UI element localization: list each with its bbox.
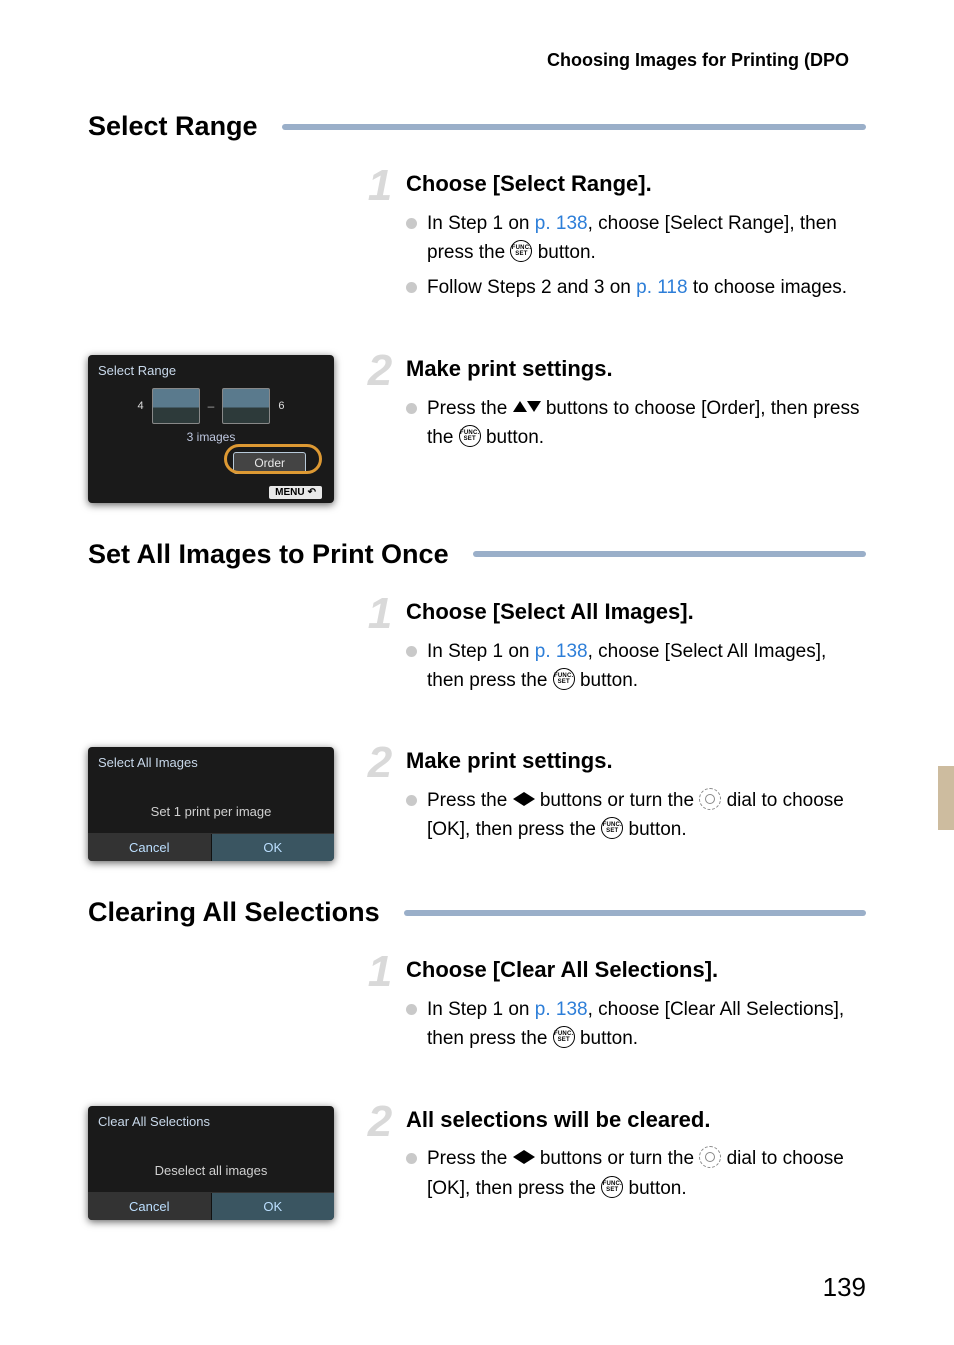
left-right-arrows-icon — [513, 792, 535, 806]
screen-title: Select All Images — [98, 755, 324, 770]
sec2-title: Set All Images to Print Once — [88, 539, 449, 570]
sec3-step1-heading: Choose [Clear All Selections]. — [406, 956, 866, 985]
page-ref-link[interactable]: p. 138 — [535, 641, 588, 662]
divider — [473, 551, 866, 557]
sec2-step1-heading: Choose [Select All Images]. — [406, 598, 866, 627]
func-set-icon: FUNC.SET — [553, 668, 575, 690]
camera-screen-clear-all: Clear All Selections Deselect all images… — [88, 1106, 334, 1220]
screen-title: Clear All Selections — [98, 1114, 324, 1129]
cancel-button[interactable]: Cancel — [88, 1193, 211, 1220]
sec1-step1-heading: Choose [Select Range]. — [406, 170, 866, 199]
bullet-icon — [406, 1004, 417, 1015]
step-number-2: 2 — [362, 741, 398, 844]
dialog-message: Deselect all images — [88, 1145, 334, 1192]
thumb-start — [152, 388, 200, 424]
screen-title: Select Range — [98, 363, 324, 378]
range-start-num: 4 — [138, 400, 144, 412]
dial-icon — [699, 1146, 721, 1168]
dialog-message: Set 1 print per image — [88, 786, 334, 833]
bullet-icon — [406, 795, 417, 806]
step-number-1: 1 — [362, 164, 398, 303]
sec3-step1-bullet: In Step 1 on p. 138, choose [Clear All S… — [427, 995, 866, 1054]
sec1-title: Select Range — [88, 111, 258, 142]
camera-screen-select-all: Select All Images Set 1 print per image … — [88, 747, 334, 861]
ok-button[interactable]: OK — [211, 1193, 335, 1220]
func-set-icon: FUNC.SET — [601, 817, 623, 839]
page-ref-link[interactable]: p. 118 — [636, 277, 687, 298]
dash-icon: – — [208, 399, 215, 413]
menu-back-tag[interactable]: MENU↶ — [269, 486, 322, 499]
dial-icon — [699, 788, 721, 810]
func-set-icon: FUNC.SET — [459, 425, 481, 447]
image-count: 3 images — [98, 430, 324, 444]
func-set-icon: FUNC.SET — [553, 1026, 575, 1048]
page-ref-link[interactable]: p. 138 — [535, 213, 588, 234]
bullet-icon — [406, 282, 417, 293]
sec2-step2-bullet: Press the buttons or turn the dial to ch… — [427, 786, 866, 845]
page-number: 139 — [823, 1272, 866, 1303]
sec1-step1-bullet1: In Step 1 on p. 138, choose [Select Rang… — [427, 209, 866, 268]
left-right-arrows-icon — [513, 1150, 535, 1164]
sec1-step1-bullet2: Follow Steps 2 and 3 on p. 118 to choose… — [427, 273, 866, 302]
step-number-2: 2 — [362, 349, 398, 452]
page-tab-marker — [850, 40, 870, 104]
step-number-1: 1 — [362, 950, 398, 1053]
sec2-step1-bullet: In Step 1 on p. 138, choose [Select All … — [427, 637, 866, 696]
step-number-2: 2 — [362, 1100, 398, 1203]
order-button[interactable]: Order — [233, 452, 306, 474]
sec1-step2-bullet: Press the buttons to choose [Order], the… — [427, 394, 866, 453]
sec3-step2-bullet: Press the buttons or turn the dial to ch… — [427, 1144, 866, 1203]
sec1-step2-heading: Make print settings. — [406, 355, 866, 384]
back-arrow-icon: ↶ — [308, 487, 316, 498]
divider — [282, 124, 866, 130]
step-number-1: 1 — [362, 592, 398, 695]
chapter-side-tab — [938, 766, 954, 830]
divider — [404, 910, 866, 916]
up-down-arrows-icon — [513, 401, 541, 412]
func-set-icon: FUNC.SET — [601, 1176, 623, 1198]
running-header: Choosing Images for Printing (DPOF) — [88, 50, 866, 71]
page-ref-link[interactable]: p. 138 — [535, 999, 588, 1020]
sec3-title: Clearing All Selections — [88, 897, 380, 928]
bullet-icon — [406, 1153, 417, 1164]
func-set-icon: FUNC.SET — [510, 240, 532, 262]
range-end-num: 6 — [278, 400, 284, 412]
sec3-step2-heading: All selections will be cleared. — [406, 1106, 866, 1135]
camera-screen-select-range: Select Range 4 – 6 3 images Order — [88, 355, 334, 503]
bullet-icon — [406, 218, 417, 229]
bullet-icon — [406, 403, 417, 414]
sec2-step2-heading: Make print settings. — [406, 747, 866, 776]
bullet-icon — [406, 646, 417, 657]
ok-button[interactable]: OK — [211, 834, 335, 861]
cancel-button[interactable]: Cancel — [88, 834, 211, 861]
thumb-end — [222, 388, 270, 424]
